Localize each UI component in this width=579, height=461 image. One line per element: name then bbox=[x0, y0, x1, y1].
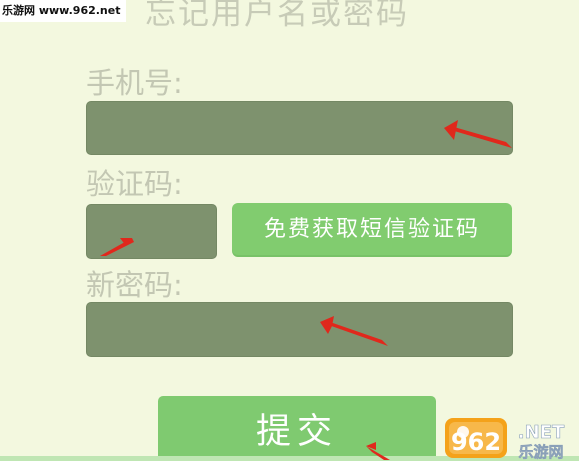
logo-number: 962 bbox=[451, 428, 501, 456]
arrow-annotation-icon bbox=[444, 120, 512, 148]
arrow-annotation-icon bbox=[100, 238, 134, 256]
phone-label: 手机号: bbox=[86, 66, 183, 100]
get-sms-code-button[interactable]: 免费获取短信验证码 bbox=[232, 203, 512, 257]
arrow-annotation-icon bbox=[320, 316, 388, 346]
page-title: 忘记用户名或密码 bbox=[145, 0, 409, 32]
submit-button[interactable]: 提交 bbox=[158, 396, 436, 461]
new-password-label: 新密码: bbox=[86, 268, 183, 302]
forgot-password-screen: 乐游网 www.962.net 忘记用户名或密码 手机号: 验证码: 免费获取短… bbox=[0, 0, 579, 461]
962-logo: 962 .NET 乐游网 bbox=[443, 410, 579, 461]
logo-suffix: .NET bbox=[518, 422, 565, 443]
new-password-input[interactable] bbox=[86, 302, 513, 357]
logo-badge-icon: 962 .NET 乐游网 bbox=[445, 418, 565, 461]
arrow-annotation-icon bbox=[366, 442, 390, 460]
site-watermark: 乐游网 www.962.net bbox=[0, 0, 127, 22]
logo-site-name: 乐游网 bbox=[518, 443, 563, 461]
code-label: 验证码: bbox=[86, 167, 183, 201]
